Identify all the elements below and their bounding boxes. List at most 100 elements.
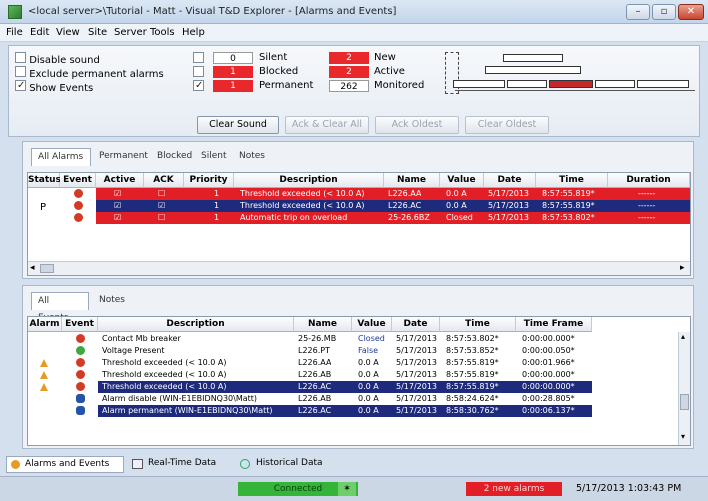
col-status[interactable]: Status <box>28 173 61 188</box>
tab-alarms-events[interactable]: Alarms and Events <box>6 456 124 473</box>
time-cell: 8:58:30.762* <box>446 406 499 415</box>
active-count: 2 <box>329 66 369 78</box>
tab-permanent[interactable]: Permanent <box>93 148 154 166</box>
alarms-table: Status Event Active ACK Priority Descrip… <box>27 172 691 276</box>
alarm-icon <box>76 382 85 391</box>
ack-clear-all-button[interactable]: Ack & Clear All <box>285 116 369 134</box>
table-row[interactable]: Voltage Present L226.PT False 5/17/2013 8:57… <box>28 345 678 357</box>
col-alarm[interactable]: Alarm <box>28 317 62 332</box>
horizontal-scrollbar[interactable]: ◂ ▸ <box>28 261 690 275</box>
new-alarms-status[interactable]: 2 new alarms <box>466 482 562 496</box>
col-name[interactable]: Name <box>294 317 352 332</box>
menu-view[interactable]: View <box>56 27 80 38</box>
col-priority[interactable]: Priority <box>184 173 234 188</box>
description-cell: Threshold exceeded (< 10.0 A) <box>102 358 227 367</box>
scroll-thumb[interactable] <box>680 394 689 410</box>
ack-checkbox[interactable]: ☐ <box>158 212 165 224</box>
clear-sound-button[interactable]: Clear Sound <box>197 116 279 134</box>
col-description[interactable]: Description <box>234 173 384 188</box>
close-button[interactable]: ✕ <box>678 4 704 20</box>
app-icon <box>8 5 22 19</box>
table-row[interactable]: Alarm permanent (WIN-E1EBIDNQ30\Matt) L22… <box>28 405 678 417</box>
col-value[interactable]: Value <box>352 317 392 332</box>
show-events-checkbox[interactable] <box>15 80 26 91</box>
description-cell: Automatic trip on overload <box>240 213 348 222</box>
name-cell: L226.AA <box>388 189 422 198</box>
active-checkbox[interactable]: ☑ <box>114 188 121 200</box>
menu-server[interactable]: Server <box>114 27 147 38</box>
menu-file[interactable]: File <box>6 27 23 38</box>
table-row[interactable]: ☑ ☐ 1 Threshold exceeded (< 10.0 A) L226… <box>28 188 690 200</box>
menu-tools[interactable]: Tools <box>150 27 175 38</box>
ack-oldest-button[interactable]: Ack Oldest <box>375 116 459 134</box>
vertical-scrollbar[interactable]: ▴ ▾ <box>678 332 690 445</box>
table-row[interactable]: Threshold exceeded (< 10.0 A) L226.AA 0.0 … <box>28 357 678 369</box>
alarm-tabs: All Alarms Permanent Blocked Silent Note… <box>31 148 691 166</box>
tab-all-alarms[interactable]: All Alarms <box>31 148 91 166</box>
value-cell: 0.0 A <box>358 358 379 367</box>
col-description[interactable]: Description <box>98 317 294 332</box>
scroll-left-icon[interactable]: ◂ <box>30 263 35 273</box>
name-cell: 25-26.MB <box>298 334 337 343</box>
scroll-right-icon[interactable]: ▸ <box>680 263 685 273</box>
tab-blocked[interactable]: Blocked <box>151 148 198 166</box>
check-icon <box>76 346 85 355</box>
ack-checkbox[interactable]: ☑ <box>158 200 165 212</box>
disable-sound-checkbox[interactable] <box>15 52 26 63</box>
silent-filter-checkbox[interactable] <box>193 52 204 63</box>
tab-notes[interactable]: Notes <box>233 148 271 166</box>
scroll-down-icon[interactable]: ▾ <box>681 432 685 441</box>
value-cell: 0.0 A <box>446 189 467 198</box>
ack-checkbox[interactable]: ☐ <box>158 188 165 200</box>
col-value[interactable]: Value <box>440 173 484 188</box>
table-row[interactable]: Alarm disable (WIN-E1EBIDNQ30\Matt) L226.… <box>28 393 678 405</box>
col-duration[interactable]: Duration <box>608 173 690 188</box>
table-row[interactable]: Threshold exceeded (< 10.0 A) L226.AB 0.0 … <box>28 369 678 381</box>
table-row[interactable]: Threshold exceeded (< 10.0 A) L226.AC 0.0 … <box>28 381 678 393</box>
col-event[interactable]: Event <box>62 317 98 332</box>
scroll-up-icon[interactable]: ▴ <box>681 332 685 341</box>
scroll-thumb[interactable] <box>40 264 54 273</box>
table-row[interactable]: ☑ ☐ 1 Automatic trip on overload 25-26.6… <box>28 212 690 224</box>
events-panel: All Events Notes Alarm Event Description… <box>22 285 694 449</box>
col-date[interactable]: Date <box>392 317 440 332</box>
table-row[interactable]: Contact Mb breaker 25-26.MB Closed 5/17/201… <box>28 333 678 345</box>
col-event[interactable]: Event <box>60 173 96 188</box>
duration-cell: ------ <box>638 189 656 198</box>
stack-bar <box>485 66 581 74</box>
alarm-bell-icon <box>40 371 48 379</box>
active-checkbox[interactable]: ☑ <box>114 212 121 224</box>
col-date[interactable]: Date <box>484 173 536 188</box>
active-checkbox[interactable]: ☑ <box>114 200 121 212</box>
frame-cell: 0:00:00.000* <box>522 382 575 391</box>
tab-historical-data[interactable]: Historical Data <box>236 456 336 473</box>
silent-count: 0 <box>213 52 253 64</box>
col-time[interactable]: Time <box>536 173 608 188</box>
col-name[interactable]: Name <box>384 173 440 188</box>
clear-oldest-button[interactable]: Clear Oldest <box>465 116 549 134</box>
col-active[interactable]: Active <box>96 173 144 188</box>
date-cell: 5/17/2013 <box>396 334 438 343</box>
exclude-permanent-checkbox[interactable] <box>15 66 26 77</box>
date-cell: 5/17/2013 <box>488 213 530 222</box>
control-panel: Disable sound Exclude permanent alarms S… <box>8 45 700 137</box>
description-cell: Alarm permanent (WIN-E1EBIDNQ30\Matt) <box>102 406 273 415</box>
permanent-filter-checkbox[interactable] <box>193 80 204 91</box>
tab-event-notes[interactable]: Notes <box>93 292 131 310</box>
tab-silent[interactable]: Silent <box>195 148 232 166</box>
blocked-filter-checkbox[interactable] <box>193 66 204 77</box>
table-row[interactable]: P ☑ ☑ 1 Threshold exceeded (< 10.0 A) L2… <box>28 200 690 213</box>
col-time[interactable]: Time <box>440 317 516 332</box>
menu-help[interactable]: Help <box>182 27 205 38</box>
duration-cell: ------ <box>638 201 656 210</box>
tab-real-time-data[interactable]: Real-Time Data <box>128 456 232 473</box>
col-time-frame[interactable]: Time Frame <box>516 317 592 332</box>
menu-site[interactable]: Site <box>88 27 107 38</box>
date-cell: 5/17/2013 <box>396 370 438 379</box>
menu-edit[interactable]: Edit <box>30 27 49 38</box>
date-cell: 5/17/2013 <box>396 358 438 367</box>
minimize-button[interactable]: – <box>626 4 650 20</box>
col-ack[interactable]: ACK <box>144 173 184 188</box>
maximize-button[interactable]: ▫ <box>652 4 676 20</box>
tab-all-events[interactable]: All Events <box>31 292 89 323</box>
